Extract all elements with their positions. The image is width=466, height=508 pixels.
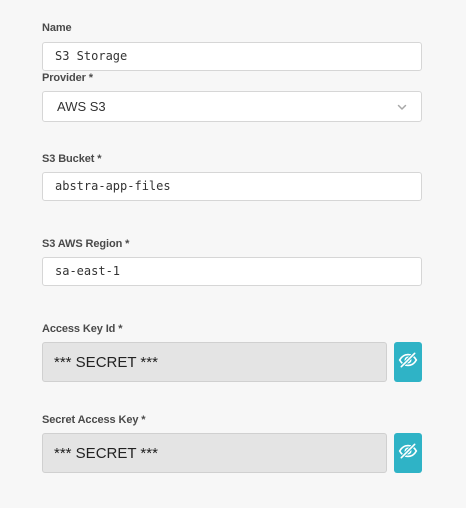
provider-field-group: Provider * AWS S3 (42, 71, 422, 122)
region-input[interactable]: sa-east-1 (42, 257, 422, 286)
bucket-label: S3 Bucket * (42, 153, 102, 165)
eye-off-icon (398, 350, 418, 375)
bucket-input-value: abstra-app-files (55, 179, 171, 193)
name-field-group: Name S3 Storage (42, 21, 422, 71)
access-key-visibility-toggle-button[interactable] (394, 342, 422, 382)
provider-select-value: AWS S3 (57, 99, 106, 114)
chevron-down-icon[interactable] (395, 100, 409, 114)
name-input[interactable]: S3 Storage (42, 42, 422, 71)
region-label: S3 AWS Region * (42, 238, 130, 250)
secret-key-value: *** SECRET *** (54, 445, 158, 462)
access-key-row: *** SECRET *** (42, 342, 422, 382)
region-input-value: sa-east-1 (55, 264, 121, 278)
name-input-value: S3 Storage (55, 49, 128, 63)
access-key-field-group: Access Key Id * *** SECRET *** (42, 322, 422, 382)
access-key-input[interactable]: *** SECRET *** (42, 342, 387, 382)
provider-label: Provider * (42, 72, 93, 84)
secret-key-visibility-toggle-button[interactable] (394, 433, 422, 473)
name-label: Name (42, 22, 72, 34)
region-field-group: S3 AWS Region * sa-east-1 (42, 237, 422, 286)
eye-off-icon (398, 441, 418, 466)
provider-select[interactable]: AWS S3 (42, 91, 422, 122)
access-key-value: *** SECRET *** (54, 354, 158, 371)
access-key-label: Access Key Id * (42, 323, 123, 335)
bucket-field-group: S3 Bucket * abstra-app-files (42, 152, 422, 201)
secret-key-field-group: Secret Access Key * *** SECRET *** (42, 413, 422, 473)
secret-key-label: Secret Access Key * (42, 414, 146, 426)
secret-key-input[interactable]: *** SECRET *** (42, 433, 387, 473)
secret-key-row: *** SECRET *** (42, 433, 422, 473)
bucket-input[interactable]: abstra-app-files (42, 172, 422, 201)
